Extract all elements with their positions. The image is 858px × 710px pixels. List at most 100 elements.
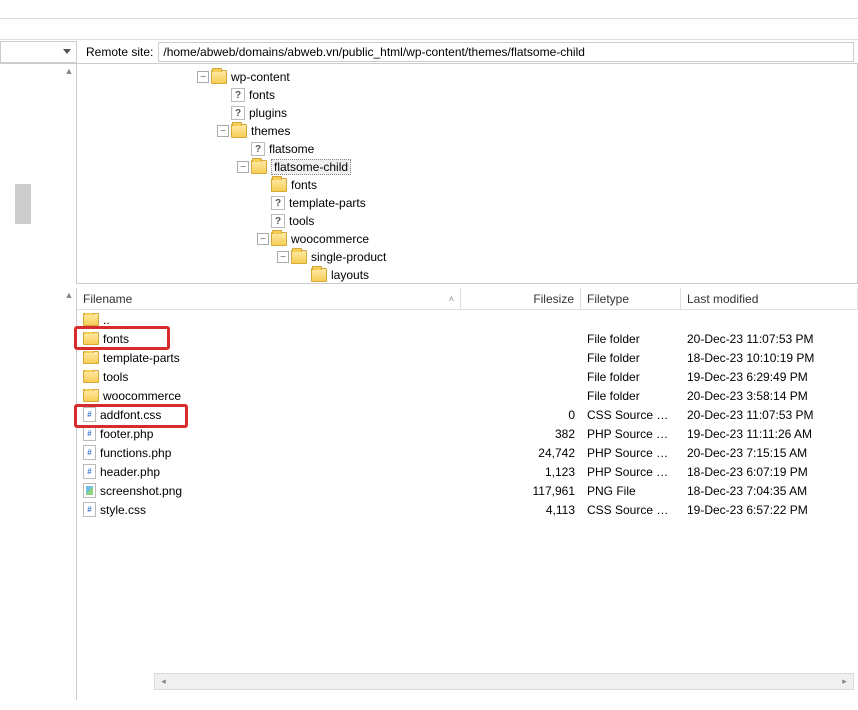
tree-item[interactable]: −themes — [77, 122, 857, 140]
file-modified-label: 18-Dec-23 7:04:35 AM — [681, 484, 858, 498]
remote-file-list-panel: Filename ˄ Filesize Filetype Last modifi… — [77, 288, 858, 700]
file-type-label: File folder — [581, 370, 681, 384]
file-row[interactable]: #header.php1,123PHP Source File18-Dec-23… — [77, 462, 858, 481]
file-modified-label: 19-Dec-23 11:11:26 AM — [681, 427, 858, 441]
file-list-header: Filename ˄ Filesize Filetype Last modifi… — [77, 288, 858, 310]
folder-icon — [311, 268, 327, 282]
chevron-down-icon — [60, 43, 74, 61]
file-name-label: .. — [103, 313, 110, 327]
tree-item[interactable]: ? plugins — [77, 104, 857, 122]
local-list-scrollbar[interactable]: ▲ — [62, 288, 76, 700]
file-size-label: 117,961 — [461, 484, 581, 498]
file-name-label: woocommerce — [103, 389, 181, 403]
tree-item-label: template-parts — [289, 196, 366, 210]
folder-icon — [291, 250, 307, 264]
file-type-label: File folder — [581, 351, 681, 365]
tree-item[interactable]: fonts — [77, 176, 857, 194]
tree-item-label: tools — [289, 214, 314, 228]
local-list-gutter: ▲ — [0, 288, 77, 700]
column-label: Filename — [83, 292, 132, 306]
remote-tree-panel[interactable]: −wp-content?fonts?plugins−themes?flatsom… — [77, 64, 858, 284]
file-size-label: 0 — [461, 408, 581, 422]
file-row[interactable]: .. — [77, 310, 858, 329]
tree-item-label: plugins — [249, 106, 287, 120]
scroll-right-icon[interactable]: ▸ — [836, 674, 853, 689]
tree-item[interactable]: ?tools — [77, 212, 857, 230]
tree-item[interactable]: −woocommerce — [77, 230, 857, 248]
scroll-up-icon[interactable]: ▲ — [62, 64, 76, 78]
collapse-icon[interactable]: − — [277, 251, 289, 263]
local-site-dropdown[interactable] — [0, 41, 77, 63]
scroll-up-icon[interactable]: ▲ — [62, 288, 76, 302]
tree-item-label: fonts — [291, 178, 317, 192]
file-name-label: fonts — [103, 332, 129, 346]
tree-item[interactable]: ?fonts — [77, 86, 857, 104]
unknown-folder-icon: ? — [271, 196, 285, 210]
file-list-body[interactable]: ..fontsFile folder20-Dec-23 11:07:53 PMt… — [77, 310, 858, 700]
unknown-folder-icon: ? — [251, 142, 265, 156]
tree-item[interactable]: −single-product — [77, 248, 857, 266]
collapse-icon[interactable]: − — [257, 233, 269, 245]
file-row[interactable]: screenshot.png117,961PNG File18-Dec-23 7… — [77, 481, 858, 500]
folder-icon — [83, 313, 99, 326]
php-file-icon: # — [83, 464, 96, 479]
column-label: Filesize — [533, 292, 574, 306]
file-row[interactable]: #addfont.css0CSS Source File20-Dec-23 11… — [77, 405, 858, 424]
file-modified-label: 20-Dec-23 11:07:53 PM — [681, 408, 858, 422]
tree-item-label: flatsome — [269, 142, 314, 156]
tree-item-label: layouts — [331, 268, 369, 282]
column-label: Filetype — [587, 292, 629, 306]
php-file-icon: # — [83, 426, 96, 441]
folder-icon — [83, 389, 99, 402]
file-type-label: CSS Source File — [581, 503, 681, 517]
file-row[interactable]: #functions.php24,742PHP Source File20-De… — [77, 443, 858, 462]
file-name-label: addfont.css — [100, 408, 161, 422]
file-size-label: 1,123 — [461, 465, 581, 479]
tree-item[interactable]: − flatsome-child — [77, 158, 857, 176]
file-modified-label: 18-Dec-23 10:10:19 PM — [681, 351, 858, 365]
file-row[interactable]: fontsFile folder20-Dec-23 11:07:53 PM — [77, 329, 858, 348]
sort-ascending-icon: ˄ — [449, 294, 454, 304]
window-top-border — [0, 0, 858, 40]
file-row[interactable]: #style.css4,113CSS Source File19-Dec-23 … — [77, 500, 858, 519]
file-row[interactable]: toolsFile folder19-Dec-23 6:29:49 PM — [77, 367, 858, 386]
file-size-label: 24,742 — [461, 446, 581, 460]
local-tree-scrollbar[interactable]: ▲ — [62, 64, 76, 284]
mid-container: ▲ −wp-content?fonts?plugins−themes?flats… — [0, 64, 858, 284]
column-header-filename[interactable]: Filename ˄ — [77, 288, 461, 309]
tree-item[interactable]: ? flatsome — [77, 140, 857, 158]
image-file-icon — [83, 483, 96, 498]
top-bar: Remote site: — [0, 40, 858, 64]
file-size-label: 382 — [461, 427, 581, 441]
tree-item[interactable]: ? template-parts — [77, 194, 857, 212]
collapse-icon[interactable]: − — [197, 71, 209, 83]
tree-item[interactable]: layouts — [77, 266, 857, 284]
file-name-label: header.php — [100, 465, 160, 479]
collapse-icon[interactable]: − — [217, 125, 229, 137]
php-file-icon: # — [83, 445, 96, 460]
file-size-label: 4,113 — [461, 503, 581, 517]
scroll-left-icon[interactable]: ◂ — [155, 674, 172, 689]
column-header-filetype[interactable]: Filetype — [581, 288, 681, 309]
file-row[interactable]: woocommerceFile folder20-Dec-23 3:58:14 … — [77, 386, 858, 405]
file-type-label: PHP Source File — [581, 465, 681, 479]
remote-path-input[interactable] — [158, 42, 854, 62]
tree-item-label: fonts — [249, 88, 275, 102]
folder-icon — [83, 370, 99, 383]
unknown-folder-icon: ? — [231, 106, 245, 120]
scrollbar-thumb[interactable] — [15, 184, 31, 224]
file-row[interactable]: #footer.php382PHP Source File19-Dec-23 1… — [77, 424, 858, 443]
column-header-filesize[interactable]: Filesize — [461, 288, 581, 309]
tree-item[interactable]: −wp-content — [77, 68, 857, 86]
horizontal-scrollbar[interactable]: ◂ ▸ — [154, 673, 854, 690]
collapse-icon[interactable]: − — [237, 161, 249, 173]
folder-icon — [83, 332, 99, 345]
file-modified-label: 20-Dec-23 3:58:14 PM — [681, 389, 858, 403]
tree-item-label: flatsome-child — [271, 159, 351, 175]
file-name-label: tools — [103, 370, 128, 384]
file-type-label: CSS Source File — [581, 408, 681, 422]
column-header-modified[interactable]: Last modified — [681, 288, 858, 309]
folder-icon — [271, 232, 287, 246]
file-row[interactable]: template-partsFile folder18-Dec-23 10:10… — [77, 348, 858, 367]
file-modified-label: 20-Dec-23 11:07:53 PM — [681, 332, 858, 346]
